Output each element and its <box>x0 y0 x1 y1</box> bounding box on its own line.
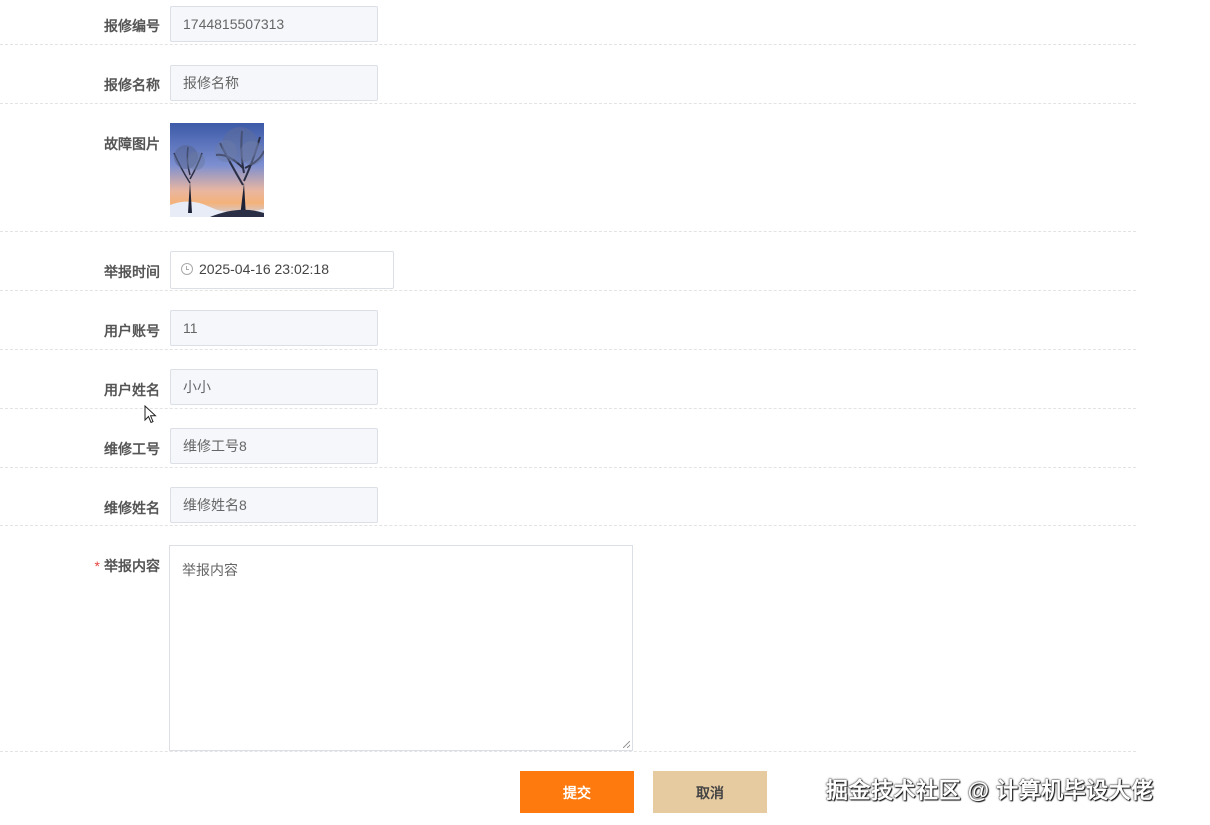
row-repair-name: 报修名称 报修名称 <box>0 44 1136 104</box>
fault-image-thumbnail[interactable] <box>170 123 264 217</box>
tree-photo-image <box>170 123 264 217</box>
report-time-picker[interactable]: 2025-04-16 23:02:18 <box>170 251 394 289</box>
row-user-account: 用户账号 11 <box>0 290 1136 350</box>
worker-no-label: 维修工号 <box>104 441 160 457</box>
report-content-label: * 举报内容 <box>10 556 160 576</box>
required-mark: * <box>94 558 100 574</box>
report-content-placeholder: 举报内容 <box>182 562 238 578</box>
repair-no-field[interactable]: 1744815507313 <box>170 6 378 42</box>
worker-no-field[interactable]: 维修工号8 <box>170 428 378 464</box>
worker-name-field[interactable]: 维修姓名8 <box>170 487 378 523</box>
watermark-text: 掘金技术社区 @ 计算机毕设大佬 <box>826 778 1154 803</box>
row-repair-no: 报修编号 1744815507313 <box>0 0 1136 45</box>
clock-icon <box>181 263 193 275</box>
user-account-label: 用户账号 <box>104 323 160 339</box>
repair-report-form: 报修编号 1744815507313 报修名称 报修名称 故障图片 举报时间 2… <box>0 0 1210 825</box>
repair-no-label: 报修编号 <box>104 18 160 34</box>
repair-name-field[interactable]: 报修名称 <box>170 65 378 101</box>
fault-image-label: 故障图片 <box>104 136 160 152</box>
user-account-field[interactable]: 11 <box>170 310 378 346</box>
user-name-field[interactable]: 小小 <box>170 369 378 405</box>
report-time-label: 举报时间 <box>104 264 160 280</box>
user-name-label: 用户姓名 <box>104 382 160 398</box>
worker-name-label: 维修姓名 <box>104 500 160 516</box>
report-time-value: 2025-04-16 23:02:18 <box>199 261 329 277</box>
repair-name-label: 报修名称 <box>104 77 160 93</box>
row-worker-no: 维修工号 维修工号8 <box>0 408 1136 468</box>
cancel-button[interactable]: 取消 <box>653 771 767 813</box>
mouse-cursor-icon <box>144 405 157 424</box>
row-user-name: 用户姓名 小小 <box>0 349 1136 409</box>
report-content-label-text: 举报内容 <box>104 558 160 574</box>
report-content-textarea[interactable]: 举报内容 <box>169 545 633 751</box>
submit-button[interactable]: 提交 <box>520 771 634 813</box>
row-report-time: 举报时间 2025-04-16 23:02:18 <box>0 231 1136 291</box>
resize-handle-icon[interactable] <box>623 741 630 748</box>
row-worker-name: 维修姓名 维修姓名8 <box>0 467 1136 526</box>
